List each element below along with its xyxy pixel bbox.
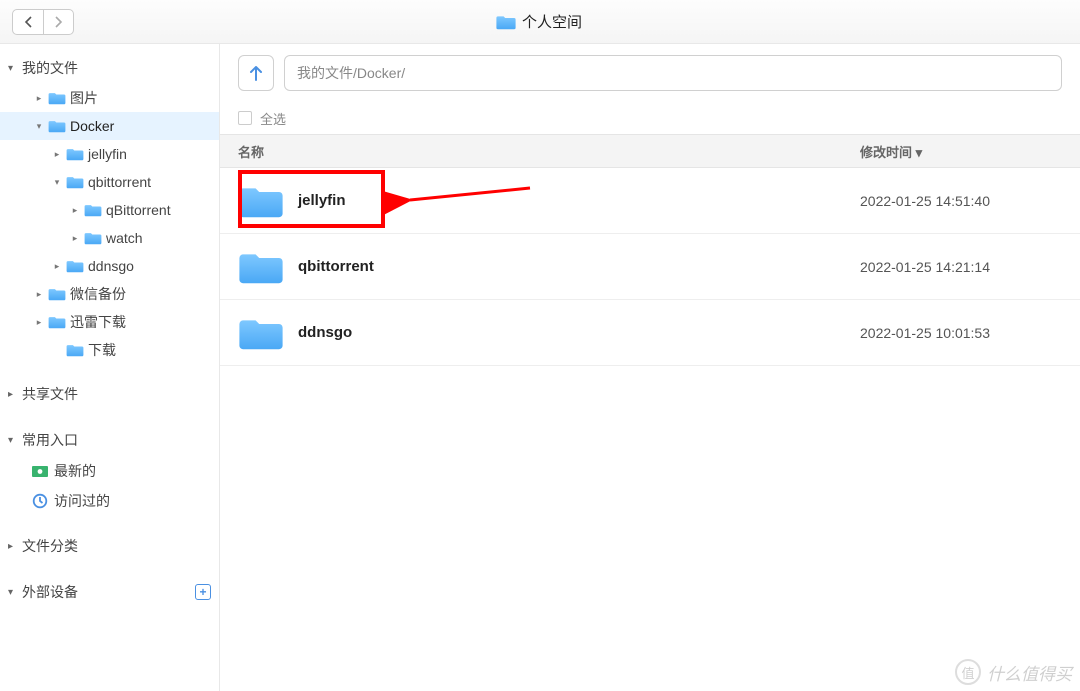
folder-icon [84, 203, 102, 217]
tree-item-watch[interactable]: ▸ watch [0, 224, 219, 252]
section-shared[interactable]: ▸共享文件 [0, 378, 219, 410]
section-label: 常用入口 [22, 430, 78, 450]
folder-icon [66, 147, 84, 161]
tree-item-label: 下载 [88, 340, 116, 360]
tree-item-label: jellyfin [88, 146, 127, 162]
chevron-right-icon: ▸ [34, 289, 44, 300]
row-name: ddnsgo [298, 324, 860, 341]
section-category[interactable]: ▸文件分类 [0, 530, 219, 562]
select-all-label: 全选 [260, 109, 286, 128]
section-label: 我的文件 [22, 58, 78, 78]
folder-icon [238, 183, 284, 219]
folder-icon [66, 343, 84, 357]
folder-icon [238, 249, 284, 285]
nav-button-group [12, 9, 74, 35]
list-header: 名称 修改时间 ▾ [220, 134, 1080, 168]
tree-item-label: qBittorrent [106, 202, 171, 218]
tree-item-docker[interactable]: ▾ Docker [0, 112, 219, 140]
section-myfiles[interactable]: ▾我的文件 [0, 52, 219, 84]
chevron-left-icon [24, 16, 33, 28]
chevron-right-icon: ▸ [70, 205, 80, 216]
watermark: 值 什么值得买 [955, 659, 1072, 685]
tree-item-label: qbittorrent [88, 174, 151, 190]
forward-button[interactable] [43, 10, 73, 34]
chevron-right-icon: ▸ [34, 93, 44, 104]
folder-icon [84, 231, 102, 245]
select-all-checkbox[interactable] [238, 111, 252, 125]
up-button[interactable] [238, 55, 274, 91]
row-time: 2022-01-25 10:01:53 [860, 325, 1080, 341]
tree-item-图片[interactable]: ▸ 图片 [0, 84, 219, 112]
tree-item-下载[interactable]: ▸下载 [0, 336, 219, 364]
folder-icon [66, 259, 84, 273]
folder-icon [238, 315, 284, 351]
quick-recent[interactable]: 最新的 [0, 456, 219, 486]
chevron-right-icon: ▸ [34, 317, 44, 328]
section-label: 外部设备 [22, 582, 78, 602]
page-title: 个人空间 [522, 11, 582, 32]
chevron-right-icon: ▸ [52, 149, 62, 160]
list-row[interactable]: jellyfin2022-01-25 14:51:40 [220, 168, 1080, 234]
list-row[interactable]: ddnsgo2022-01-25 10:01:53 [220, 300, 1080, 366]
sort-desc-icon: ▾ [916, 145, 923, 160]
column-name[interactable]: 名称 [238, 142, 860, 161]
section-label: 文件分类 [22, 536, 78, 556]
tree-item-label: Docker [70, 118, 114, 134]
back-button[interactable] [13, 10, 43, 34]
row-time: 2022-01-25 14:21:14 [860, 259, 1080, 275]
chevron-right-icon: ▸ [70, 233, 80, 244]
chevron-down-icon: ▾ [34, 121, 44, 132]
tree-item-迅雷下载[interactable]: ▸ 迅雷下载 [0, 308, 219, 336]
topbar: 个人空间 [0, 0, 1080, 44]
folder-icon [48, 315, 66, 329]
recent-icon [32, 463, 48, 479]
add-device-button[interactable]: + [195, 584, 211, 600]
path-input[interactable] [284, 55, 1062, 91]
tree-item-label: 图片 [70, 88, 98, 108]
folder-icon [66, 175, 84, 189]
tree-item-label: watch [106, 230, 143, 246]
chevron-down-icon: ▾ [52, 177, 62, 188]
row-name: qbittorrent [298, 258, 860, 275]
tree-item-label: ddnsgo [88, 258, 134, 274]
sidebar: ▾我的文件 ▸ 图片 ▾ Docker ▸ jellyfin ▾ qbittorrent ▸ qB… [0, 44, 220, 691]
tree-item-微信备份[interactable]: ▸ 微信备份 [0, 280, 219, 308]
folder-icon [48, 287, 66, 301]
chevron-right-icon: ▸ [52, 261, 62, 272]
tree-item-ddnsgo[interactable]: ▸ ddnsgo [0, 252, 219, 280]
row-name: jellyfin [298, 192, 860, 209]
section-label: 共享文件 [22, 384, 78, 404]
tree-item-label: 迅雷下载 [70, 312, 126, 332]
section-external[interactable]: ▾外部设备 + [0, 576, 219, 608]
tree-item-label: 微信备份 [70, 284, 126, 304]
column-time[interactable]: 修改时间 ▾ [860, 142, 1080, 161]
chevron-right-icon [54, 16, 63, 28]
folder-icon [48, 91, 66, 105]
visited-icon [32, 493, 48, 509]
folder-icon [496, 14, 516, 30]
list-row[interactable]: qbittorrent2022-01-25 14:21:14 [220, 234, 1080, 300]
folder-icon [48, 119, 66, 133]
tree-item-qbittorrent[interactable]: ▾ qbittorrent [0, 168, 219, 196]
tree-item-qbittorrent[interactable]: ▸ qBittorrent [0, 196, 219, 224]
quick-visited[interactable]: 访问过的 [0, 486, 219, 516]
arrow-up-icon [248, 64, 264, 82]
row-time: 2022-01-25 14:51:40 [860, 193, 1080, 209]
section-quick[interactable]: ▾常用入口 [0, 424, 219, 456]
tree-item-jellyfin[interactable]: ▸ jellyfin [0, 140, 219, 168]
content-area: 全选 名称 修改时间 ▾ jellyfin2022-01-25 14:51:40… [220, 44, 1080, 691]
